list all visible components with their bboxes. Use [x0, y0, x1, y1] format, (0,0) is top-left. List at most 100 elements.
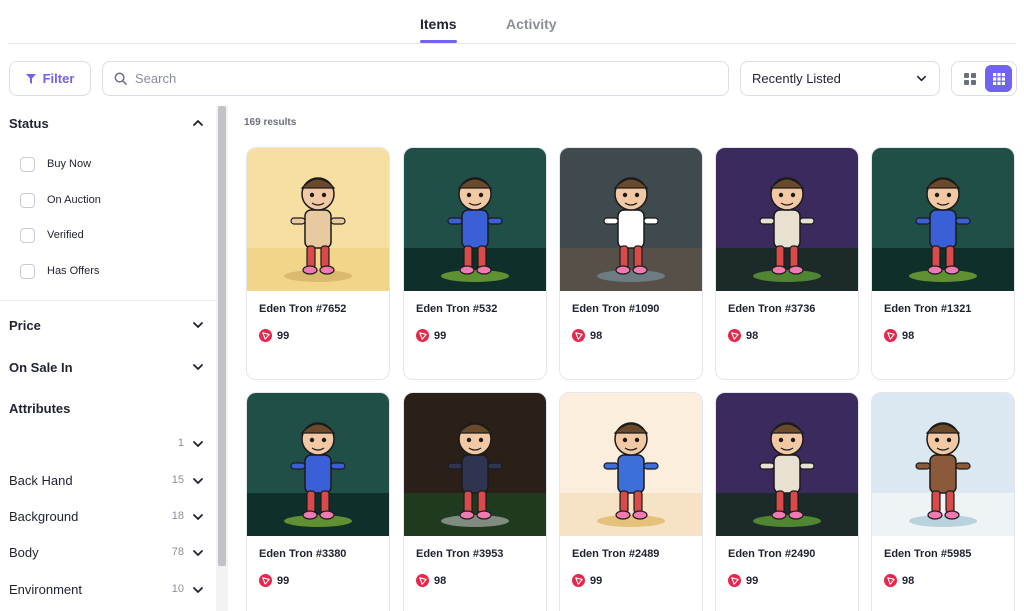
nft-card[interactable]: Eden Tron #7652 99 — [246, 147, 390, 380]
nft-card[interactable]: Eden Tron #3380 99 — [246, 392, 390, 611]
nft-name: Eden Tron #3736 — [728, 303, 816, 315]
search-box — [102, 61, 729, 96]
nft-price-value: 98 — [590, 329, 603, 342]
on-sale-in-heading[interactable]: On Sale In — [9, 360, 73, 375]
chevron-down-icon — [193, 550, 203, 556]
nft-image — [247, 148, 389, 291]
search-input[interactable] — [135, 71, 728, 86]
attribute-name: Background — [9, 509, 79, 524]
attribute-name: Environment — [9, 582, 82, 597]
sidebar-divider — [0, 300, 216, 301]
small-grid-view-button[interactable] — [985, 65, 1012, 92]
nft-name: Eden Tron #532 — [416, 303, 498, 315]
attribute-name: Body — [9, 545, 39, 560]
status-option-on-auction[interactable]: On Auction — [20, 191, 101, 209]
large-grid-icon — [963, 72, 976, 85]
checkbox[interactable] — [20, 227, 35, 243]
chevron-down-icon[interactable] — [192, 361, 204, 373]
tab-activity[interactable]: Activity — [506, 16, 557, 32]
tron-icon — [572, 574, 585, 587]
attributes-heading: Attributes — [9, 401, 71, 416]
tron-icon — [884, 574, 897, 587]
nft-card[interactable]: Eden Tron #2490 99 — [715, 392, 859, 611]
nft-card[interactable]: Eden Tron #532 99 — [403, 147, 547, 380]
nft-card[interactable]: Eden Tron #5985 98 — [871, 392, 1015, 611]
nft-price: 98 — [728, 329, 758, 342]
attribute-filter[interactable]: 1 — [0, 434, 216, 454]
nft-card[interactable]: Eden Tron #1090 98 — [559, 147, 703, 380]
nft-card[interactable]: Eden Tron #3736 98 — [715, 147, 859, 380]
chevron-down-icon[interactable] — [192, 319, 204, 331]
status-option-label: On Auction — [47, 194, 101, 206]
nft-image — [404, 148, 546, 291]
checkbox[interactable] — [20, 156, 35, 172]
nft-name: Eden Tron #5985 — [884, 548, 972, 560]
nft-name: Eden Tron #3953 — [416, 548, 504, 560]
status-option-verified[interactable]: Verified — [20, 226, 84, 244]
nft-image — [247, 393, 389, 536]
status-option-has-offers[interactable]: Has Offers — [20, 262, 99, 280]
view-toggle — [951, 61, 1017, 96]
attribute-filter-body[interactable]: Body 78 — [0, 543, 216, 563]
checkbox[interactable] — [20, 192, 35, 208]
tron-icon — [259, 329, 272, 342]
tab-items[interactable]: Items — [420, 16, 457, 32]
small-grid-icon — [992, 72, 1005, 85]
attribute-count: 1 — [177, 437, 184, 449]
attribute-filter-back-hand[interactable]: Back Hand 15 — [0, 471, 216, 491]
nft-card[interactable]: Eden Tron #2489 99 — [559, 392, 703, 611]
nft-image — [404, 393, 546, 536]
attribute-count: 10 — [171, 583, 184, 595]
nft-image — [716, 393, 858, 536]
tron-icon — [416, 574, 429, 587]
nft-price-value: 99 — [746, 574, 759, 587]
nft-card[interactable]: Eden Tron #3953 98 — [403, 392, 547, 611]
chevron-up-icon[interactable] — [192, 117, 204, 129]
chevron-down-icon — [917, 75, 926, 82]
nft-price-value: 98 — [746, 329, 759, 342]
results-count: 169 results — [244, 117, 297, 128]
nft-name: Eden Tron #1090 — [572, 303, 660, 315]
tron-icon — [259, 574, 272, 587]
nft-name: Eden Tron #7652 — [259, 303, 347, 315]
nft-price: 98 — [416, 574, 446, 587]
nft-price-value: 98 — [902, 329, 915, 342]
nft-name: Eden Tron #3380 — [259, 548, 347, 560]
attribute-count: 18 — [171, 510, 184, 522]
nft-price-value: 99 — [277, 329, 290, 342]
tron-icon — [728, 329, 741, 342]
nft-name: Eden Tron #2490 — [728, 548, 816, 560]
attribute-count: 78 — [171, 546, 184, 558]
sidebar-scrollbar-thumb[interactable] — [218, 106, 226, 566]
tron-icon — [572, 329, 585, 342]
attribute-filter-environment[interactable]: Environment 10 — [0, 580, 216, 600]
tron-icon — [728, 574, 741, 587]
nft-price: 99 — [259, 574, 289, 587]
nft-price: 98 — [884, 574, 914, 587]
nft-price: 98 — [884, 329, 914, 342]
filter-button[interactable]: Filter — [9, 61, 91, 96]
nft-card[interactable]: Eden Tron #1321 98 — [871, 147, 1015, 380]
large-grid-view-button[interactable] — [956, 65, 983, 92]
sort-dropdown[interactable]: Recently Listed — [740, 61, 940, 96]
nft-price-value: 98 — [434, 574, 447, 587]
tron-icon — [884, 329, 897, 342]
sort-selected-value: Recently Listed — [752, 71, 841, 86]
chevron-down-icon — [193, 441, 203, 447]
checkbox[interactable] — [20, 263, 35, 279]
status-option-label: Buy Now — [47, 158, 92, 170]
status-option-buy-now[interactable]: Buy Now — [20, 155, 91, 173]
nft-image — [716, 148, 858, 291]
nft-price-value: 98 — [902, 574, 915, 587]
tab-bar: Items Activity — [8, 0, 1016, 44]
status-heading[interactable]: Status — [9, 116, 49, 131]
nft-name: Eden Tron #2489 — [572, 548, 660, 560]
filter-sidebar: Status Buy Now On Auction Verified Has O… — [0, 106, 216, 611]
chevron-down-icon — [193, 478, 203, 484]
filter-button-label: Filter — [42, 71, 75, 86]
price-heading[interactable]: Price — [9, 318, 41, 333]
attribute-filter-background[interactable]: Background 18 — [0, 507, 216, 527]
nft-price: 99 — [572, 574, 602, 587]
status-option-label: Verified — [47, 229, 84, 241]
nft-price-value: 99 — [590, 574, 603, 587]
